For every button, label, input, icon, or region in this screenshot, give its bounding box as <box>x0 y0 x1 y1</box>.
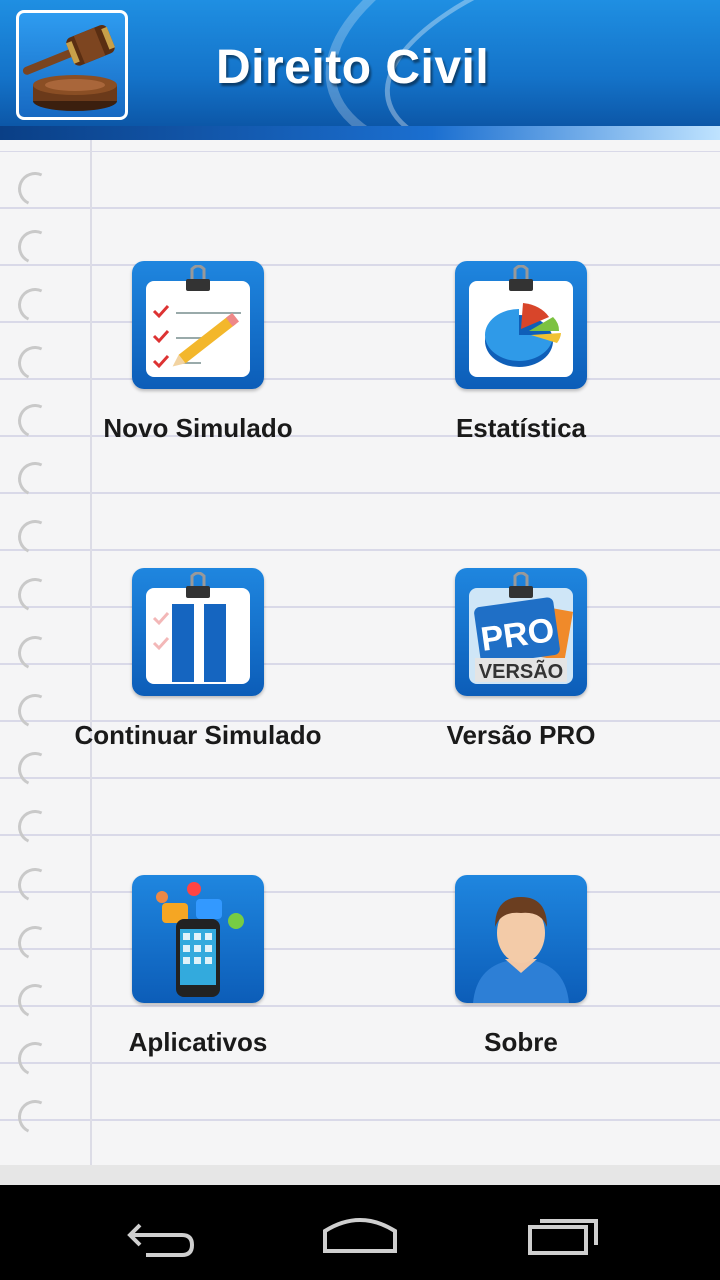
versao-pro-button[interactable]: PRO VERSÃO Versão PRO <box>361 568 681 751</box>
menu-label: Sobre <box>484 1027 558 1057</box>
binder-ring <box>13 515 57 559</box>
smartphone-apps-icon <box>132 875 264 1003</box>
header-band <box>0 126 720 140</box>
gavel-icon <box>16 10 128 120</box>
binder-ring <box>13 167 57 211</box>
novo-simulado-button[interactable]: Novo Simulado <box>38 261 358 444</box>
bottom-strip <box>0 1165 720 1185</box>
user-avatar-icon <box>455 875 587 1003</box>
menu-label: Continuar Simulado <box>74 720 322 750</box>
aplicativos-button[interactable]: Aplicativos <box>38 875 358 1058</box>
estatistica-button[interactable]: Estatística <box>361 261 681 444</box>
checklist-pencil-icon <box>132 261 264 389</box>
versao-badge-text: VERSÃO <box>479 660 563 683</box>
binder-ring <box>13 1095 57 1139</box>
menu-label: Novo Simulado <box>103 413 293 443</box>
back-icon[interactable] <box>116 1205 206 1261</box>
system-navigation-bar <box>0 1185 720 1280</box>
menu-label: Versão PRO <box>446 720 596 750</box>
app-header: Direito Civil <box>0 0 720 140</box>
menu-label: Estatística <box>455 413 587 443</box>
recents-icon[interactable] <box>516 1205 606 1261</box>
sobre-button[interactable]: Sobre <box>361 875 681 1058</box>
binder-ring <box>13 747 57 791</box>
home-icon[interactable] <box>315 1205 405 1261</box>
continuar-simulado-button[interactable]: Continuar Simulado <box>38 568 358 751</box>
pause-checklist-icon <box>132 568 264 696</box>
binder-ring <box>13 457 57 501</box>
menu-label: Aplicativos <box>128 1027 268 1057</box>
binder-ring <box>13 805 57 849</box>
app-title: Direito Civil <box>216 41 490 94</box>
pro-version-icon: PRO VERSÃO <box>455 568 587 696</box>
pie-chart-icon <box>455 261 587 389</box>
